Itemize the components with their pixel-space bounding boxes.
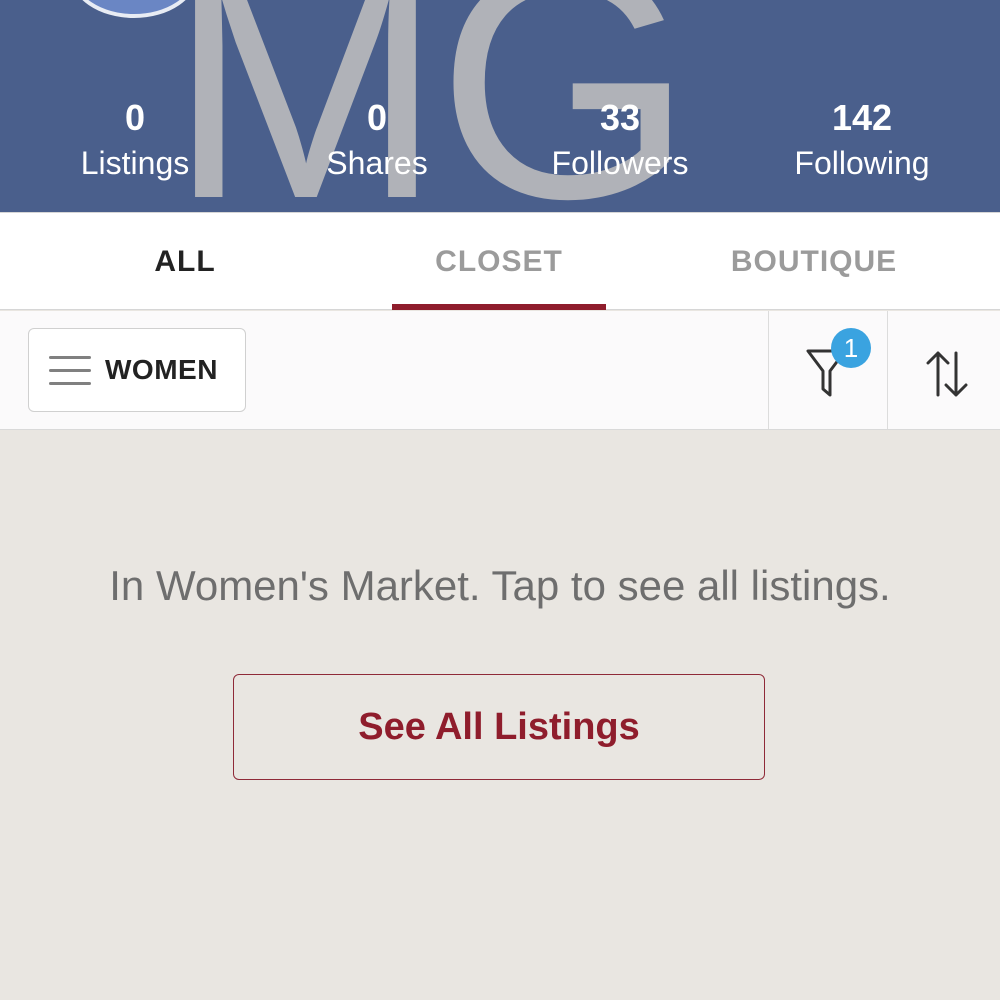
stat-followers-value: 33 — [599, 97, 641, 138]
filter-button[interactable]: 1 — [769, 311, 887, 429]
stat-following-label: Following — [794, 145, 930, 181]
closet-tabs: ALL CLOSET BOUTIQUE — [0, 212, 1000, 310]
selected-tab-indicator — [392, 304, 606, 310]
tab-all[interactable]: ALL — [85, 213, 285, 311]
tab-closet[interactable]: CLOSET — [392, 213, 606, 311]
department-label: WOMEN — [105, 354, 218, 385]
department-button[interactable]: WOMEN — [28, 328, 246, 412]
profile-header: MG 0 Listings 0 Shares 33 Followers 142 … — [0, 0, 1000, 212]
stat-shares-label: Shares — [326, 145, 428, 181]
filter-count-badge: 1 — [831, 328, 871, 368]
stat-listings[interactable]: 0 Listings — [15, 96, 255, 186]
stat-shares[interactable]: 0 Shares — [257, 96, 497, 186]
stat-following-value: 142 — [831, 97, 893, 138]
sort-icon — [926, 351, 968, 397]
stat-followers[interactable]: 33 Followers — [500, 96, 740, 186]
stat-listings-value: 0 — [124, 97, 146, 138]
sort-button[interactable] — [888, 311, 1000, 429]
stat-followers-label: Followers — [551, 145, 689, 181]
market-message: In Women's Market. Tap to see all listin… — [109, 562, 891, 609]
filter-bar: WOMEN 1 — [0, 311, 1000, 430]
tab-boutique[interactable]: BOUTIQUE — [700, 213, 928, 311]
stat-following[interactable]: 142 Following — [742, 96, 982, 186]
stat-shares-value: 0 — [366, 97, 388, 138]
see-all-listings-button[interactable]: See All Listings — [233, 674, 765, 780]
stat-listings-label: Listings — [80, 145, 190, 181]
menu-icon — [49, 356, 91, 386]
